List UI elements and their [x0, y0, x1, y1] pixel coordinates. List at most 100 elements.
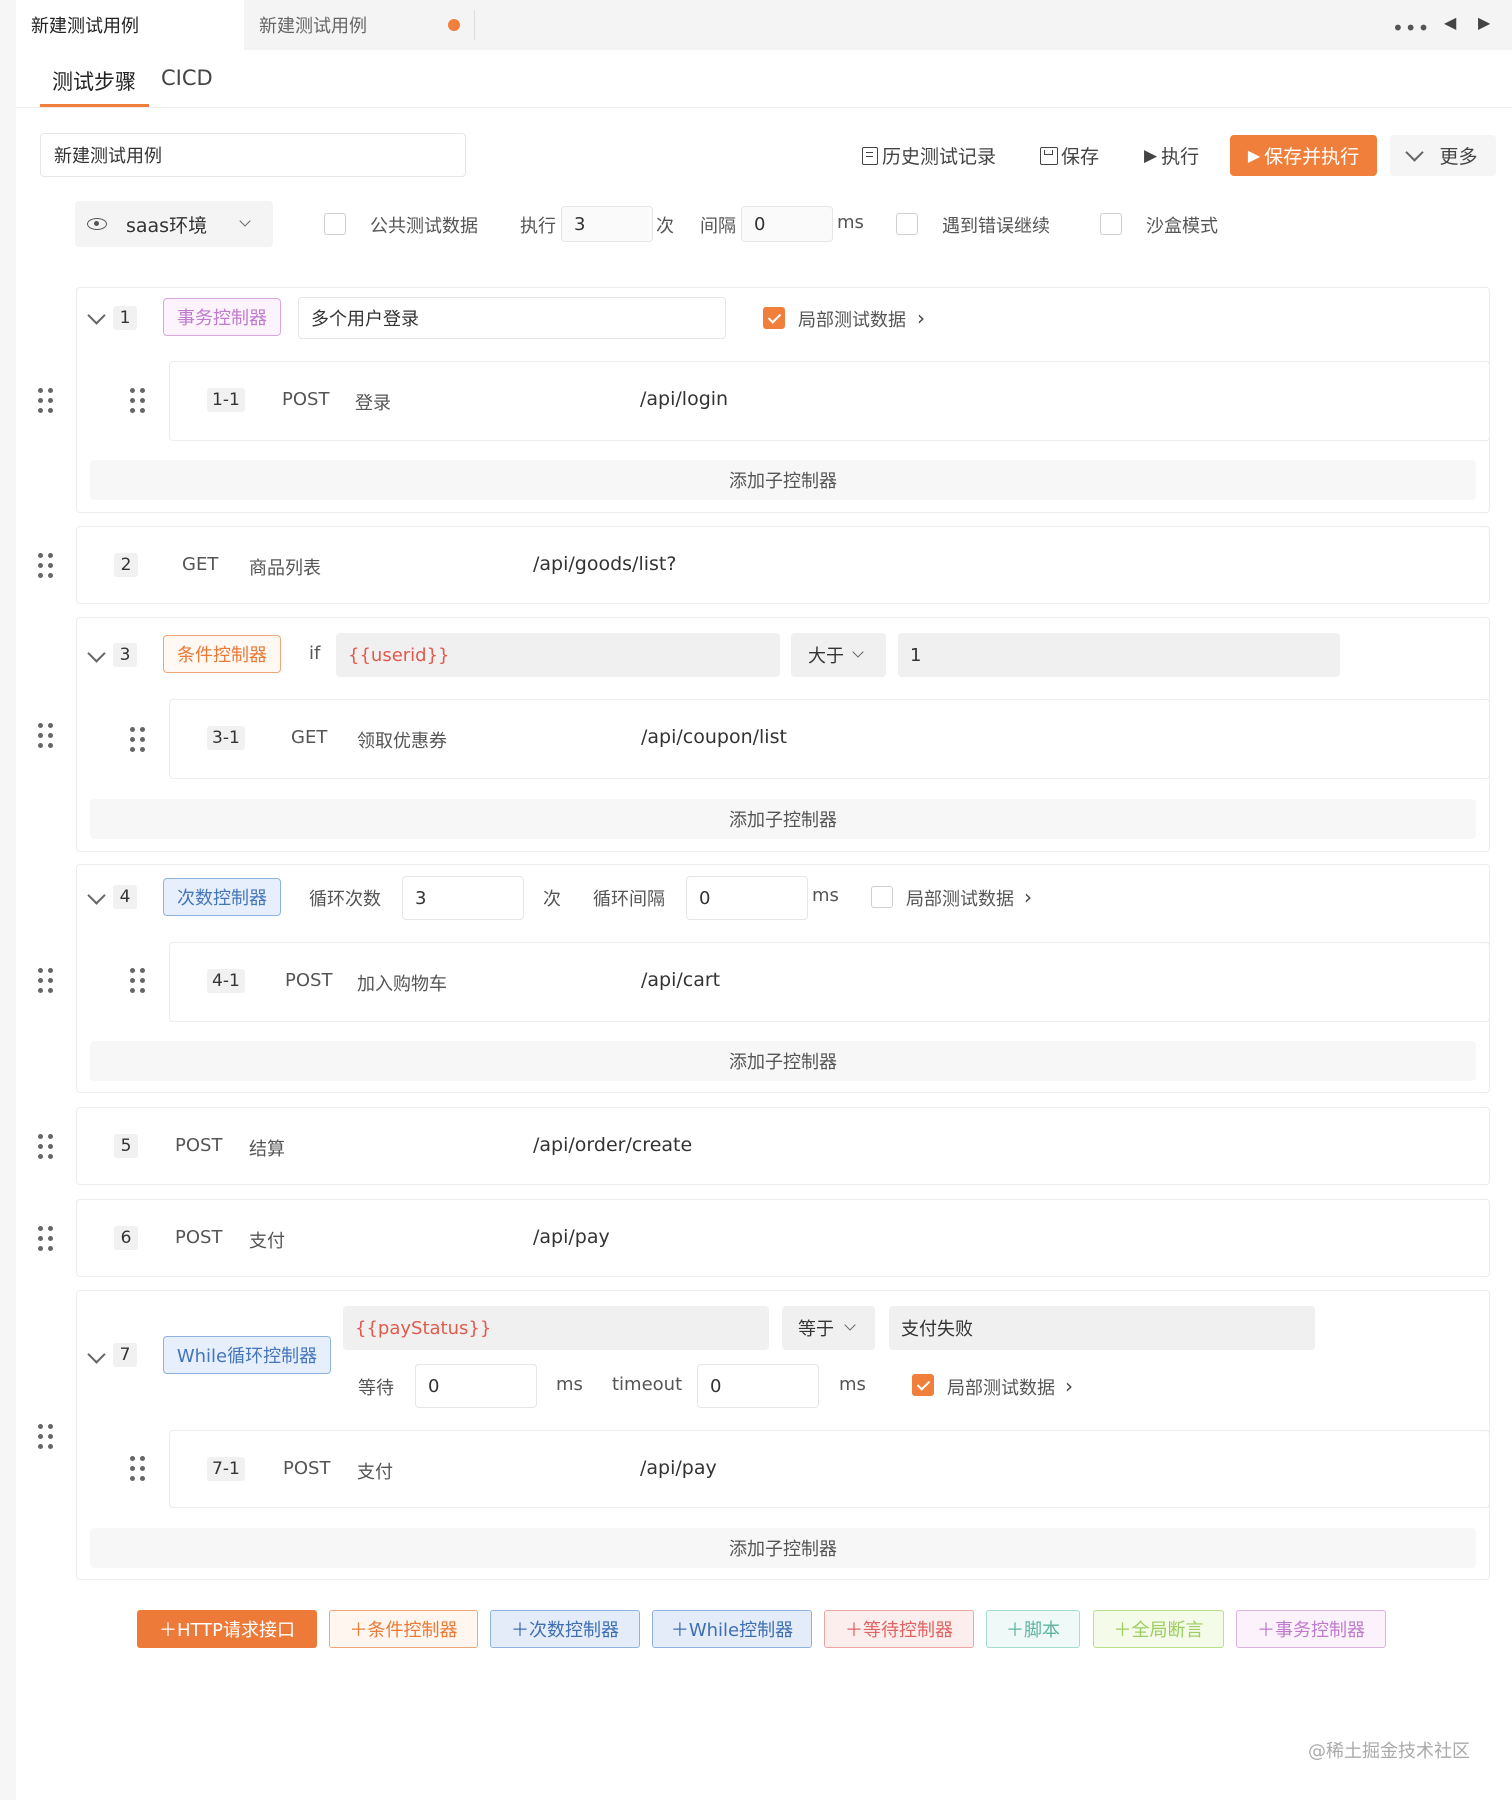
run-times-value: 3 [574, 213, 586, 235]
chevron-down-icon [239, 215, 251, 227]
loop-count-input[interactable]: 3 [402, 876, 524, 920]
step-number: 4 [113, 885, 137, 909]
save-label: 保存 [1061, 146, 1100, 168]
add-script-button[interactable]: ＋脚本 [986, 1610, 1080, 1648]
api-path: /api/cart [641, 969, 721, 991]
add-wait-controller-button[interactable]: ＋等待控制器 [824, 1610, 974, 1648]
operator-select[interactable]: 等于 [782, 1306, 875, 1350]
drag-handle-icon[interactable] [130, 727, 146, 753]
add-count-controller-button[interactable]: ＋次数控制器 [490, 1610, 640, 1648]
more-tabs-icon[interactable]: ••• [1392, 16, 1430, 40]
chevron-right-icon[interactable]: › [1065, 1374, 1073, 1398]
tab-prev-icon[interactable]: ◀ [1444, 13, 1456, 32]
api-path: /api/login [640, 388, 729, 410]
more-dropdown[interactable]: 更多 [1390, 135, 1496, 176]
condition-variable-input[interactable]: {{userid}} [336, 633, 780, 677]
subtab-cicd[interactable]: CICD [161, 66, 213, 90]
local-data-checkbox[interactable] [912, 1374, 934, 1396]
drag-handle-icon[interactable] [38, 1424, 54, 1450]
add-child-controller-button[interactable]: 添加子控制器 [90, 460, 1476, 500]
local-data-checkbox[interactable] [871, 886, 893, 908]
transaction-controller-tag: 事务控制器 [163, 298, 281, 336]
local-data-label[interactable]: 局部测试数据 [798, 306, 906, 332]
timeout-input[interactable]: 0 [697, 1364, 819, 1408]
child-step-number: 1-1 [207, 388, 245, 412]
tab-second[interactable]: 新建测试用例 [244, 0, 474, 50]
loop-interval-value: 0 [699, 887, 711, 909]
child-step-number: 7-1 [207, 1457, 245, 1481]
add-transaction-controller-button[interactable]: ＋事务控制器 [1236, 1610, 1386, 1648]
wait-value: 0 [428, 1375, 440, 1397]
while-value-input[interactable]: 支付失败 [889, 1306, 1315, 1350]
subtab-steps[interactable]: 测试步骤 [52, 66, 136, 96]
loop-interval-input[interactable]: 0 [686, 876, 808, 920]
drag-handle-icon[interactable] [38, 1226, 54, 1252]
add-child-controller-button[interactable]: 添加子控制器 [90, 1041, 1476, 1081]
condition-value-input[interactable]: 1 [898, 633, 1340, 677]
subtab-divider [16, 107, 1512, 108]
env-select[interactable]: saas环境 [75, 201, 273, 247]
condition-variable-value: {{userid}} [348, 644, 450, 666]
tab-divider [474, 10, 475, 40]
local-data-checkbox[interactable] [763, 307, 785, 329]
condition-value: 1 [910, 644, 922, 666]
drag-handle-icon[interactable] [130, 1456, 146, 1482]
tab-second-label: 新建测试用例 [259, 16, 367, 37]
http-method: POST [285, 970, 333, 991]
step-number: 1 [113, 306, 137, 330]
page: 新建测试用例 新建测试用例 ••• ◀ ▶ 测试步骤 CICD 新建测试用例 历… [0, 0, 1512, 1800]
while-variable-value: {{payStatus}} [355, 1317, 492, 1339]
drag-handle-icon[interactable] [38, 553, 54, 579]
loop-count-unit: 次 [543, 889, 561, 910]
tab-next-icon[interactable]: ▶ [1478, 13, 1490, 32]
loop-count-value: 3 [415, 887, 427, 909]
public-data-label: 公共测试数据 [370, 216, 478, 237]
interval-input[interactable]: 0 [741, 206, 833, 242]
save-button[interactable]: 保存 [1040, 142, 1099, 169]
run-times-label: 执行 [520, 216, 556, 237]
history-button[interactable]: 历史测试记录 [862, 142, 996, 169]
drag-handle-icon[interactable] [38, 968, 54, 994]
chevron-right-icon[interactable]: › [917, 306, 925, 330]
sandbox-label: 沙盒模式 [1146, 216, 1218, 237]
step-number: 7 [113, 1343, 137, 1367]
drag-handle-icon[interactable] [130, 968, 146, 994]
add-while-controller-button[interactable]: ＋While控制器 [652, 1610, 812, 1648]
tab-active[interactable]: 新建测试用例 [16, 0, 244, 50]
more-label: 更多 [1439, 146, 1478, 168]
add-child-controller-button[interactable]: 添加子控制器 [90, 1528, 1476, 1568]
add-child-label: 添加子控制器 [729, 810, 837, 831]
drag-handle-icon[interactable] [38, 723, 54, 749]
history-icon [862, 146, 878, 165]
wait-input[interactable]: 0 [415, 1364, 537, 1408]
local-data-label[interactable]: 局部测试数据 [906, 885, 1014, 911]
while-variable-input[interactable]: {{payStatus}} [343, 1306, 769, 1350]
add-condition-controller-button[interactable]: ＋条件控制器 [329, 1610, 478, 1648]
save-icon [1040, 146, 1058, 165]
sandbox-checkbox[interactable] [1100, 213, 1122, 235]
play-icon: ▶ [1247, 146, 1261, 165]
drag-handle-icon[interactable] [38, 388, 54, 414]
child-step-number: 3-1 [207, 726, 245, 750]
save-run-button[interactable]: ▶ 保存并执行 [1230, 135, 1377, 176]
eye-icon [87, 218, 107, 230]
chevron-right-icon[interactable]: › [1024, 885, 1032, 909]
run-button[interactable]: ▶ 执行 [1144, 142, 1199, 169]
case-name-value: 新建测试用例 [54, 146, 162, 167]
drag-handle-icon[interactable] [38, 1134, 54, 1160]
while-controller-tag: While循环控制器 [163, 1336, 331, 1374]
continue-on-error-label: 遇到错误继续 [942, 216, 1050, 237]
add-child-controller-button[interactable]: 添加子控制器 [90, 799, 1476, 839]
continue-on-error-checkbox[interactable] [896, 213, 918, 235]
operator-select[interactable]: 大于 [791, 633, 886, 677]
interval-unit: ms [837, 212, 864, 233]
public-data-checkbox[interactable] [324, 213, 346, 235]
controller-name-input[interactable]: 多个用户登录 [298, 297, 726, 339]
add-global-assertion-button[interactable]: ＋全局断言 [1093, 1610, 1224, 1648]
http-method: GET [291, 727, 328, 748]
case-name-input[interactable]: 新建测试用例 [40, 133, 466, 177]
run-times-input[interactable]: 3 [561, 206, 653, 242]
drag-handle-icon[interactable] [130, 388, 146, 414]
local-data-label[interactable]: 局部测试数据 [947, 1374, 1055, 1400]
add-http-request-button[interactable]: ＋HTTP请求接口 [137, 1610, 317, 1648]
